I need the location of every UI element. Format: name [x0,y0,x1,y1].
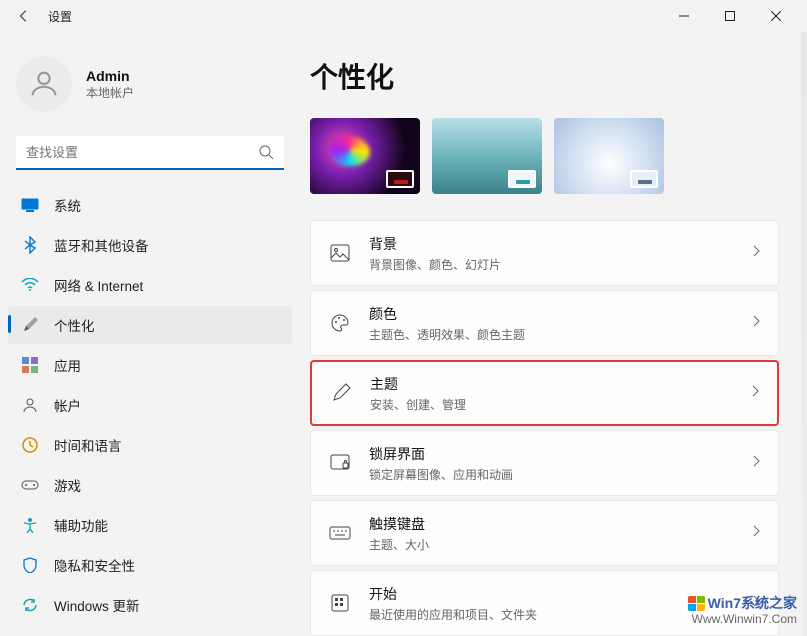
card-title: 背景 [369,234,752,254]
person-icon [27,67,61,101]
sidebar-item-label: 时间和语言 [54,435,122,455]
gamepad-icon [20,475,40,495]
theme-previews [310,118,779,194]
avatar [16,56,72,112]
main-content: 个性化 背景背景图像、颜色、幻灯片 颜色主题色、透明效果、颜色主题 主题安装、创… [300,32,807,636]
watermark-url: Www.Winwin7.Com [688,612,797,628]
minimize-icon [679,11,689,21]
display-icon [20,195,40,215]
close-button[interactable] [753,0,799,32]
sidebar-item-apps[interactable]: 应用 [8,346,292,384]
sidebar-item-personalization[interactable]: 个性化 [8,306,292,344]
bluetooth-icon [20,235,40,255]
image-icon [329,242,351,264]
minimize-button[interactable] [661,0,707,32]
chevron-right-icon [752,454,760,472]
card-lockscreen[interactable]: 锁屏界面锁定屏幕图像、应用和动画 [310,430,779,496]
account-name: Admin [86,68,134,84]
sidebar-item-label: 隐私和安全性 [54,555,135,575]
apps-icon [20,355,40,375]
card-title: 颜色 [369,304,752,324]
chevron-right-icon [752,524,760,542]
mini-preview [630,170,658,188]
search-box [16,136,284,170]
card-sub: 锁定屏幕图像、应用和动画 [369,466,752,483]
start-icon [329,592,351,614]
card-title: 触摸键盘 [369,514,752,534]
chevron-right-icon [752,314,760,332]
sidebar-item-bluetooth[interactable]: 蓝牙和其他设备 [8,226,292,264]
theme-preview-2[interactable] [432,118,542,194]
card-background[interactable]: 背景背景图像、颜色、幻灯片 [310,220,779,286]
arrow-left-icon [17,9,31,23]
back-button[interactable] [8,0,40,32]
account-type: 本地帐户 [86,84,134,101]
sidebar: Admin 本地帐户 系统 蓝牙和其他设备 网络 & Internet 个性化 … [0,32,300,636]
card-sub: 安装、创建、管理 [370,396,751,413]
sidebar-item-update[interactable]: Windows 更新 [8,586,292,624]
window-title: 设置 [48,8,72,25]
wifi-icon [20,275,40,295]
sidebar-item-accounts[interactable]: 帐户 [8,386,292,424]
palette-icon [329,312,351,334]
theme-preview-1[interactable] [310,118,420,194]
card-title: 主题 [370,374,751,394]
account-section[interactable]: Admin 本地帐户 [8,40,292,136]
shield-icon [20,555,40,575]
chevron-right-icon [752,244,760,262]
sidebar-item-label: 蓝牙和其他设备 [54,235,149,255]
card-sub: 背景图像、颜色、幻灯片 [369,256,752,273]
window-controls [661,0,799,32]
keyboard-icon [329,522,351,544]
scrollbar[interactable] [801,32,807,636]
page-title: 个性化 [310,56,779,96]
nav: 系统 蓝牙和其他设备 网络 & Internet 个性化 应用 帐户 时间和语言… [8,186,292,624]
brush-icon [20,315,40,335]
sidebar-item-time[interactable]: 时间和语言 [8,426,292,464]
card-sub: 主题、大小 [369,536,752,553]
settings-list: 背景背景图像、颜色、幻灯片 颜色主题色、透明效果、颜色主题 主题安装、创建、管理… [310,220,779,636]
close-icon [771,11,781,21]
sidebar-item-label: 帐户 [54,395,81,415]
maximize-button[interactable] [707,0,753,32]
clock-icon [20,435,40,455]
sidebar-item-label: 游戏 [54,475,81,495]
sidebar-item-label: 网络 & Internet [54,275,143,295]
sidebar-item-label: 系统 [54,195,81,215]
sidebar-item-system[interactable]: 系统 [8,186,292,224]
titlebar: 设置 [0,0,807,32]
person-icon [20,395,40,415]
sidebar-item-label: 个性化 [54,315,95,335]
card-themes[interactable]: 主题安装、创建、管理 [310,360,779,426]
sidebar-item-gaming[interactable]: 游戏 [8,466,292,504]
sidebar-item-accessibility[interactable]: 辅助功能 [8,506,292,544]
watermark-title: Win7系统之家 [708,595,797,611]
search-icon [258,144,274,165]
card-touchkeyboard[interactable]: 触摸键盘主题、大小 [310,500,779,566]
sidebar-item-label: 辅助功能 [54,515,108,535]
mini-preview [508,170,536,188]
lock-screen-icon [329,452,351,474]
sidebar-item-privacy[interactable]: 隐私和安全性 [8,546,292,584]
sidebar-item-label: 应用 [54,355,81,375]
pen-icon [330,382,352,404]
accessibility-icon [20,515,40,535]
sidebar-item-network[interactable]: 网络 & Internet [8,266,292,304]
windows-logo-icon [688,596,706,612]
watermark: Win7系统之家 Www.Winwin7.Com [688,594,797,628]
update-icon [20,595,40,615]
maximize-icon [725,11,735,21]
card-title: 锁屏界面 [369,444,752,464]
sidebar-item-label: Windows 更新 [54,595,140,615]
mini-preview [386,170,414,188]
theme-preview-3[interactable] [554,118,664,194]
search-input[interactable] [16,136,284,170]
card-colors[interactable]: 颜色主题色、透明效果、颜色主题 [310,290,779,356]
chevron-right-icon [751,384,759,402]
card-sub: 主题色、透明效果、颜色主题 [369,326,752,343]
